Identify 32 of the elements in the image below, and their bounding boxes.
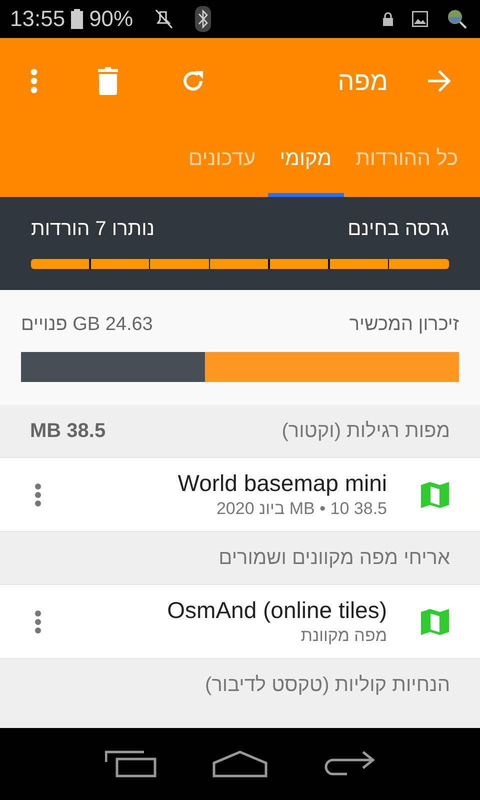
- back-arrow-icon[interactable]: [426, 69, 452, 93]
- section-title: מפות רגילות (וקטור): [282, 420, 450, 442]
- map-icon: [421, 608, 449, 634]
- home-icon[interactable]: [212, 749, 268, 779]
- section-size: 38.5 MB: [30, 420, 106, 442]
- more-options-icon[interactable]: [30, 68, 38, 94]
- delete-icon[interactable]: [98, 67, 118, 95]
- screen-title: מפה: [338, 66, 388, 96]
- section-title: הנחיות קוליות (טקסט לדיבור): [205, 674, 450, 696]
- lock-icon: [382, 12, 394, 26]
- battery-percent: 90%: [89, 6, 134, 32]
- muted-icon: [153, 8, 176, 30]
- clock: 13:55: [10, 6, 66, 32]
- map-icon: [421, 482, 449, 508]
- item-title: World basemap mini: [178, 470, 387, 497]
- item-subtitle: מפה מקוונת: [300, 626, 387, 646]
- bluetooth-icon: [195, 6, 212, 32]
- recent-apps-icon[interactable]: [105, 750, 157, 778]
- downloads-remaining: נותרו 7 הורדות: [31, 218, 155, 241]
- free-version-label: גרסה בחינם: [348, 218, 449, 241]
- storage-label: זיכרון המכשיר: [349, 314, 459, 336]
- item-title: OsmAnd (online tiles): [167, 597, 387, 624]
- section-title: אריחי מפה מקוונים ושמורים: [218, 546, 450, 570]
- tab[interactable]: עדכונים: [176, 124, 268, 197]
- storage-free: 24.63 GB פנויים: [21, 314, 153, 336]
- more-options-icon[interactable]: [34, 482, 42, 506]
- image-icon: [412, 11, 428, 27]
- item-subtitle: 38.5 MB • 10 ביונ 2020: [216, 499, 387, 519]
- battery-icon: [71, 9, 84, 29]
- more-options-icon[interactable]: [34, 610, 42, 634]
- tab[interactable]: כל ההורדות: [344, 124, 470, 197]
- android-search-icon: [446, 8, 468, 30]
